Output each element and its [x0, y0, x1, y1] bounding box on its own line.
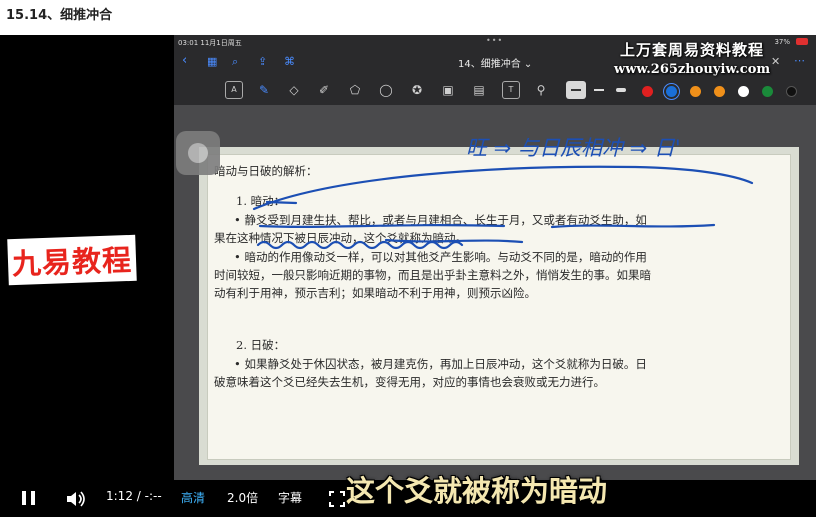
more-icon[interactable]: ⋯: [794, 54, 805, 67]
quality-button[interactable]: 高清: [181, 489, 205, 506]
color-swatch-green[interactable]: [762, 86, 773, 97]
document-title[interactable]: 14、细推冲合 ⌄: [458, 55, 532, 70]
watermark-title: 上万套周易资料教程: [620, 41, 765, 59]
fullscreen-icon[interactable]: [329, 491, 345, 507]
page-title: 15.14、细推冲合: [6, 8, 113, 23]
volume-icon[interactable]: [66, 491, 88, 507]
floating-assistive-button[interactable]: [176, 131, 220, 175]
close-icon[interactable]: ✕: [771, 55, 780, 68]
watermark: 上万套周易资料教程 www.265zhouyiw.com: [614, 39, 770, 77]
recording-indicator: [796, 38, 808, 45]
speed-button[interactable]: 2.0倍: [227, 489, 258, 506]
multitask-dots: •••: [486, 36, 504, 45]
back-icon[interactable]: ‹: [182, 53, 187, 68]
status-time: 03:01 11月1日周五: [178, 39, 242, 47]
section-1-bullet-2-line-1: • 暗动的作用像动爻一样，可以对其他爻产生影响。与动爻不同的是，暗动的作用: [234, 250, 647, 264]
shapes-icon[interactable]: ⬠: [346, 81, 364, 99]
pen-icon[interactable]: ✎: [255, 81, 273, 99]
text-icon[interactable]: T: [502, 81, 520, 99]
color-swatch-black[interactable]: [786, 86, 797, 97]
pause-icon[interactable]: [22, 491, 36, 505]
lasso-icon[interactable]: ◯: [377, 81, 395, 99]
color-swatch-red[interactable]: [642, 86, 653, 97]
video-player[interactable]: 03:01 11月1日周五 ••• 37% ‹ ▦ ⌕ ⇪ ⌘ 14、细推冲合 …: [0, 35, 816, 517]
sticker-icon[interactable]: ✪: [408, 81, 426, 99]
section-1-title: 1. 暗动：: [236, 194, 286, 208]
watermark-url: www.265zhouyiw.com: [614, 62, 771, 77]
camera-icon[interactable]: ▤: [470, 81, 488, 99]
document-page: [207, 154, 791, 460]
color-swatch-blue[interactable]: [666, 86, 677, 97]
grid-icon[interactable]: ▦: [207, 55, 217, 68]
section-1-bullet-1-line-1: • 静爻受到月建生扶、帮比，或者与月建相合、长生于月，又或者有动爻生助，如: [234, 213, 647, 227]
document-page-frame: [199, 147, 799, 465]
color-swatch-orange-2[interactable]: [714, 86, 725, 97]
section-1-bullet-2-line-3: 动有利于用神，预示吉利；如果暗动不利于用神，则预示凶险。: [214, 286, 536, 300]
read-mode-icon[interactable]: A: [225, 81, 243, 99]
share-icon[interactable]: ⇪: [258, 55, 267, 68]
section-1-bullet-1-line-2: 果在这种情况下被日辰冲动，这个爻就称为暗动。: [214, 231, 467, 245]
stroke-thick[interactable]: [616, 88, 626, 92]
brand-logo-text: 九易教程: [7, 234, 137, 286]
ipad-screen: 03:01 11月1日周五 ••• 37% ‹ ▦ ⌕ ⇪ ⌘ 14、细推冲合 …: [174, 35, 816, 480]
search-icon[interactable]: ⌕: [232, 55, 238, 69]
section-2-bullet-1-line-1: • 如果静爻处于休囚状态，被月建克伤，再加上日辰冲动，这个爻就称为日破。日: [234, 357, 647, 371]
section-2-title: 2. 日破：: [236, 338, 286, 352]
doc-heading: 暗动与日破的解析：: [214, 164, 318, 178]
bookmark-icon[interactable]: ⌘: [284, 55, 295, 68]
captions-button[interactable]: 字幕: [278, 489, 302, 506]
player-controls: 1:12 / -:-- 高清 2.0倍 字幕: [0, 480, 816, 517]
color-swatch-white[interactable]: [738, 86, 749, 97]
annotation-toolbar: A ✎ ◇ ✐ ⬠ ◯ ✪ ▣ ▤ T ⚲: [174, 75, 816, 105]
note-canvas[interactable]: 暗动与日破的解析： 1. 暗动： • 静爻受到月建生扶、帮比，或者与月建相合、长…: [174, 105, 816, 480]
image-icon[interactable]: ▣: [439, 81, 457, 99]
section-1-bullet-2-line-2: 时间较短，一般只影响近期的事物，而且是出乎卦主意料之外，悄悄发生的事。如果暗: [214, 268, 651, 282]
color-swatch-orange[interactable]: [690, 86, 701, 97]
highlighter-icon[interactable]: ✐: [315, 81, 333, 99]
link-icon[interactable]: ⚲: [532, 81, 550, 99]
stroke-medium[interactable]: [594, 89, 604, 91]
battery-level: 37%: [774, 38, 790, 46]
playback-time: 1:12 / -:--: [106, 489, 162, 503]
stroke-thin-selected[interactable]: [566, 81, 586, 99]
eraser-icon[interactable]: ◇: [285, 81, 303, 99]
section-2-bullet-1-line-2: 破意味着这个爻已经失去生机，变得无用，对应的事情也会衰败或无力进行。: [214, 375, 605, 389]
